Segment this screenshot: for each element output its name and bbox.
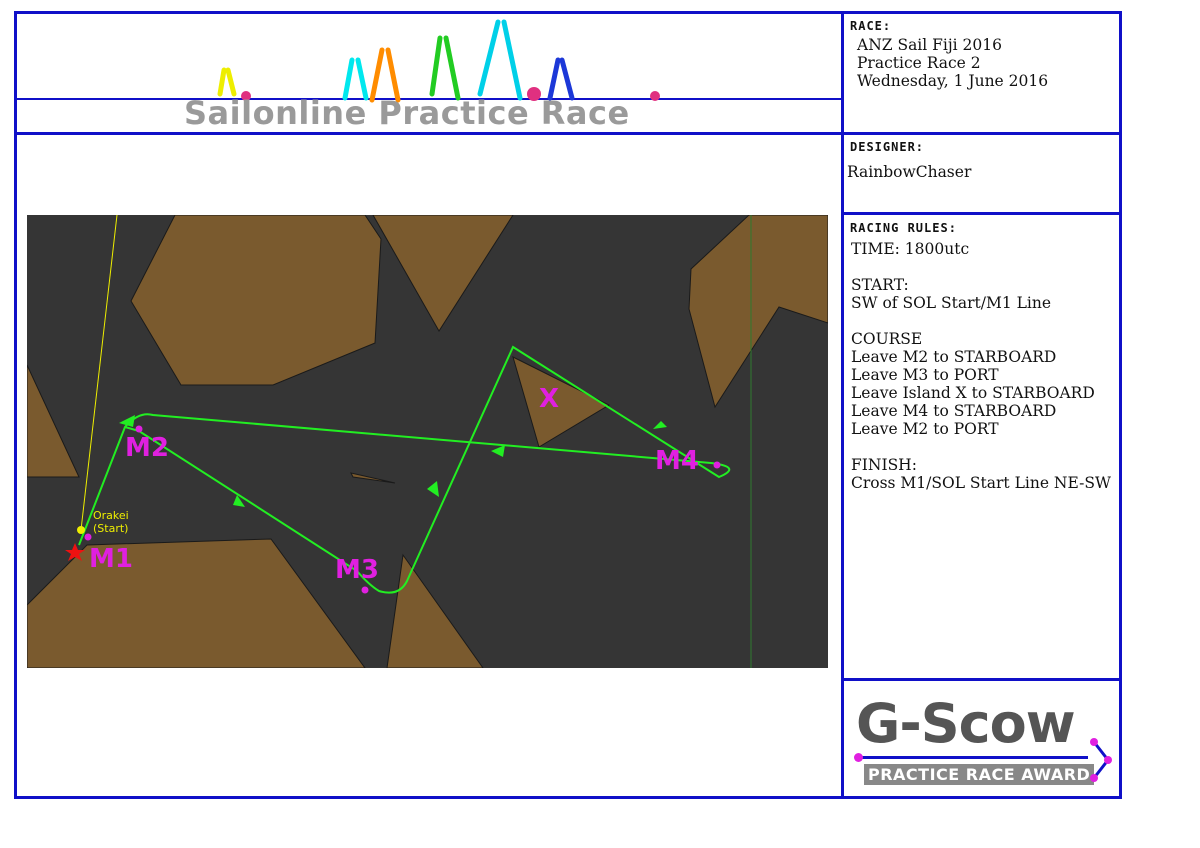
award-logo: G-Scow PRACTICE RACE AWARD bbox=[852, 690, 1114, 790]
island bbox=[688, 215, 828, 409]
designer-name: RainbowChaser bbox=[847, 163, 972, 181]
mark-m4-dot bbox=[713, 461, 721, 469]
race-date: Wednesday, 1 June 2016 bbox=[857, 72, 1049, 90]
rules-course-item: Leave M3 to PORT bbox=[851, 366, 999, 384]
rules-course-item: Leave M2 to PORT bbox=[851, 420, 999, 438]
sails-logo bbox=[217, 19, 660, 103]
banner-divider bbox=[14, 132, 843, 135]
rules-finish-text: Cross M1/SOL Start Line NE-SW bbox=[851, 474, 1111, 492]
route-arrow bbox=[491, 445, 505, 457]
route-arrow bbox=[653, 421, 667, 429]
race-name: ANZ Sail Fiji 2016 bbox=[857, 36, 1003, 54]
island bbox=[130, 215, 382, 386]
award-course-icon bbox=[1090, 738, 1112, 782]
mark-m3-dot bbox=[361, 586, 369, 594]
route-arrow bbox=[119, 415, 135, 427]
buoy-dot bbox=[650, 91, 660, 101]
race-label: RACE: bbox=[850, 19, 892, 33]
island-x-label: X bbox=[539, 384, 559, 414]
mark-m1-label: M1 bbox=[89, 544, 133, 574]
start-line bbox=[80, 215, 118, 531]
rules-course-heading: COURSE bbox=[851, 330, 923, 348]
start-sub: (Start) bbox=[93, 522, 128, 535]
rules-start-heading: START: bbox=[851, 276, 909, 294]
rules-course-item: Leave Island X to STARBOARD bbox=[851, 384, 1095, 402]
award-subtitle: PRACTICE RACE AWARD bbox=[864, 764, 1095, 785]
rules-course-item: Leave M2 to STARBOARD bbox=[851, 348, 1057, 366]
sail-blue bbox=[547, 57, 575, 101]
rules-divider bbox=[843, 678, 1122, 681]
sail-cyan bbox=[342, 57, 369, 101]
race-subtitle: Practice Race 2 bbox=[857, 54, 981, 72]
race-divider bbox=[843, 132, 1122, 135]
island bbox=[386, 553, 484, 668]
rules-time: TIME: 1800utc bbox=[851, 240, 970, 258]
route-arrow bbox=[427, 481, 439, 497]
rules-course-item: Leave M4 to STARBOARD bbox=[851, 402, 1057, 420]
mark-m4-label: M4 bbox=[655, 446, 699, 476]
mark-m2-label: M2 bbox=[125, 433, 169, 463]
mark-m3-label: M3 bbox=[335, 555, 379, 585]
sail-teal bbox=[477, 19, 523, 101]
sail-green bbox=[429, 35, 461, 101]
rules-finish-heading: FINISH: bbox=[851, 456, 917, 474]
rules-label: RACING RULES: bbox=[850, 221, 957, 235]
rules-start-text: SW of SOL Start/M1 Line bbox=[851, 294, 1052, 312]
mark-m2-dot bbox=[135, 425, 143, 433]
course-map: Orakei (Start) M1 M2 M3 M4 X bbox=[27, 215, 828, 668]
island bbox=[27, 364, 80, 478]
award-dot bbox=[854, 753, 863, 762]
start-buoy bbox=[77, 526, 85, 534]
banner-title: Sailonline Practice Race bbox=[184, 94, 630, 132]
designer-label: DESIGNER: bbox=[850, 140, 925, 154]
reef bbox=[350, 472, 396, 484]
sail-yellow bbox=[217, 67, 237, 97]
sail-orange bbox=[369, 47, 401, 103]
mark-m1-dot bbox=[84, 533, 92, 541]
designer-divider bbox=[843, 212, 1122, 215]
start-name: Orakei bbox=[93, 509, 129, 522]
award-rule bbox=[856, 756, 1088, 759]
island bbox=[372, 215, 514, 332]
island-x bbox=[512, 356, 611, 448]
award-brand: G-Scow bbox=[856, 692, 1076, 755]
